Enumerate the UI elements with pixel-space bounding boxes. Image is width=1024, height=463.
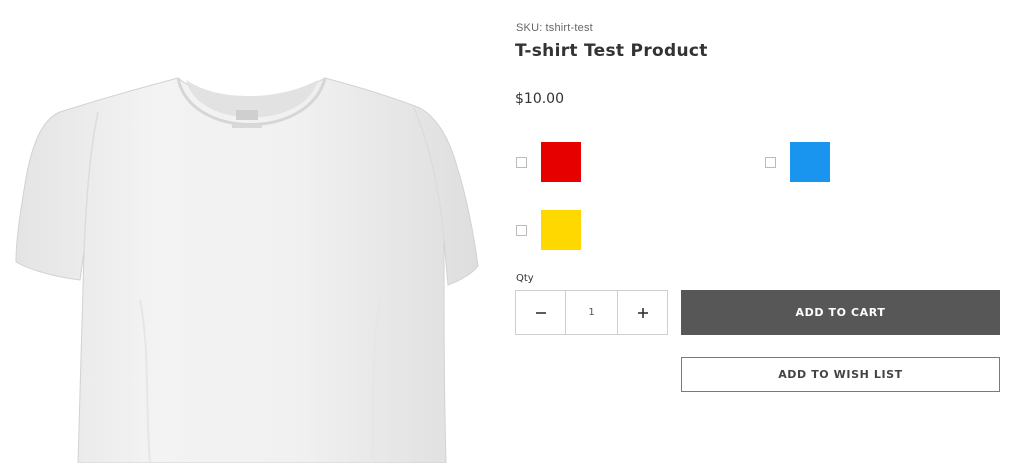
qty-input[interactable]: [566, 291, 617, 334]
swatch-option-red[interactable]: [516, 142, 581, 182]
swatch-checkbox[interactable]: [516, 224, 527, 236]
product-price: $10.00: [515, 91, 564, 107]
sku-label: SKU:: [516, 22, 543, 34]
qty-increase-button[interactable]: [617, 291, 667, 334]
swatch-option-blue[interactable]: [765, 142, 830, 182]
color-swatch-red[interactable]: [541, 142, 581, 182]
product-image: [0, 0, 480, 463]
quantity-stepper: [515, 290, 668, 335]
sku-value: tshirt-test: [545, 22, 593, 34]
minus-icon: [535, 311, 546, 314]
tshirt-image: [15, 77, 479, 463]
color-swatch-blue[interactable]: [790, 142, 830, 182]
swatch-checkbox[interactable]: [516, 156, 527, 168]
add-to-cart-button[interactable]: ADD TO CART: [681, 290, 1000, 335]
qty-decrease-button[interactable]: [516, 291, 566, 334]
add-to-wishlist-button[interactable]: ADD TO WISH LIST: [681, 357, 1000, 392]
product-sku: SKU: tshirt-test: [516, 22, 593, 34]
color-swatch-yellow[interactable]: [541, 210, 581, 250]
qty-label: Qty: [516, 273, 534, 284]
product-title: T-shirt Test Product: [515, 41, 708, 61]
swatch-option-yellow[interactable]: [516, 210, 581, 250]
plus-icon: [637, 307, 648, 318]
swatch-checkbox[interactable]: [765, 156, 776, 168]
